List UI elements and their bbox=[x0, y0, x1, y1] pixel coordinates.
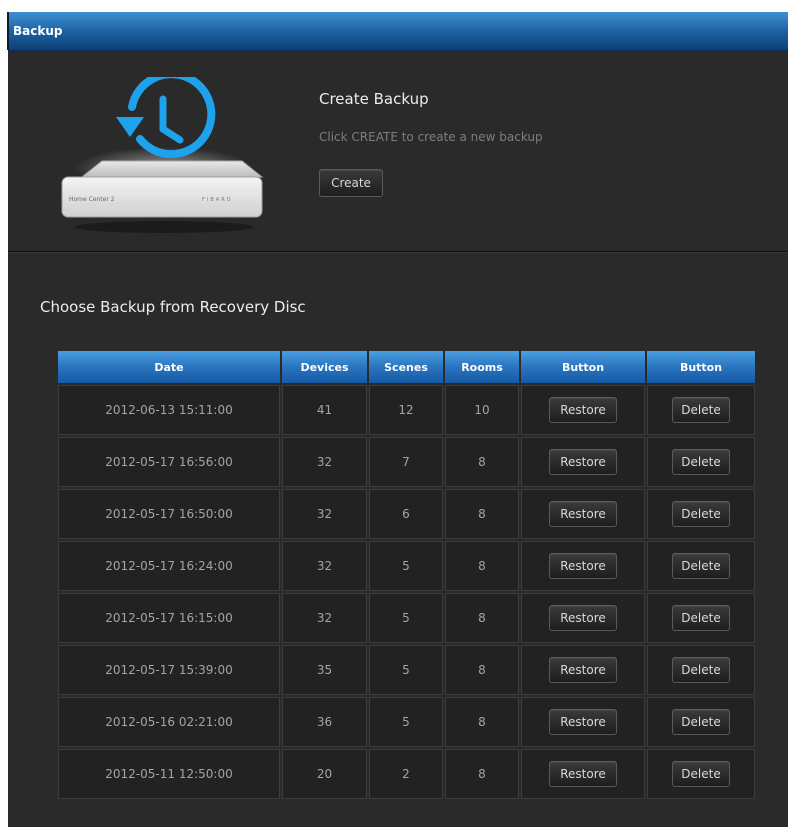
backup-scenes: 7 bbox=[369, 437, 443, 487]
backup-date: 2012-05-17 15:39:00 bbox=[58, 645, 280, 695]
backup-devices: 32 bbox=[282, 593, 367, 643]
restore-cell: Restore bbox=[521, 645, 645, 695]
table-row: 2012-06-13 15:11:00 41 12 10 Restore Del… bbox=[58, 385, 755, 435]
delete-cell: Delete bbox=[647, 645, 755, 695]
table-row: 2012-05-17 16:15:00 32 5 8 Restore Delet… bbox=[58, 593, 755, 643]
delete-cell: Delete bbox=[647, 697, 755, 747]
choose-backup-title: Choose Backup from Recovery Disc bbox=[40, 298, 306, 316]
table-row: 2012-05-17 16:50:00 32 6 8 Restore Delet… bbox=[58, 489, 755, 539]
backup-rooms: 8 bbox=[445, 541, 519, 591]
column-header-delete: Button bbox=[647, 351, 755, 383]
device-shadow bbox=[74, 221, 254, 233]
delete-cell: Delete bbox=[647, 437, 755, 487]
backup-rooms: 8 bbox=[445, 593, 519, 643]
backup-date: 2012-05-11 12:50:00 bbox=[58, 749, 280, 799]
home-center-device-illustration: Home Center 2 FIBARO bbox=[61, 77, 264, 233]
restore-cell: Restore bbox=[521, 489, 645, 539]
table-row: 2012-05-11 12:50:00 20 2 8 Restore Delet… bbox=[58, 749, 755, 799]
backup-devices: 36 bbox=[282, 697, 367, 747]
backup-rooms: 8 bbox=[445, 749, 519, 799]
backup-devices: 32 bbox=[282, 437, 367, 487]
restore-button[interactable]: Restore bbox=[549, 397, 617, 423]
device-brand: FIBARO bbox=[202, 197, 233, 203]
table-row: 2012-05-17 16:24:00 32 5 8 Restore Delet… bbox=[58, 541, 755, 591]
delete-button[interactable]: Delete bbox=[672, 709, 730, 735]
table-row: 2012-05-16 02:21:00 36 5 8 Restore Delet… bbox=[58, 697, 755, 747]
delete-button[interactable]: Delete bbox=[672, 657, 730, 683]
backup-date: 2012-05-17 16:50:00 bbox=[58, 489, 280, 539]
restore-button[interactable]: Restore bbox=[549, 553, 617, 579]
backup-date: 2012-06-13 15:11:00 bbox=[58, 385, 280, 435]
column-header-restore: Button bbox=[521, 351, 645, 383]
backup-scenes: 5 bbox=[369, 541, 443, 591]
backup-date: 2012-05-17 16:24:00 bbox=[58, 541, 280, 591]
column-header-scenes: Scenes bbox=[369, 351, 443, 383]
delete-button[interactable]: Delete bbox=[672, 449, 730, 475]
backup-date: 2012-05-17 16:56:00 bbox=[58, 437, 280, 487]
delete-cell: Delete bbox=[647, 385, 755, 435]
backup-scenes: 6 bbox=[369, 489, 443, 539]
delete-cell: Delete bbox=[647, 489, 755, 539]
restore-cell: Restore bbox=[521, 541, 645, 591]
create-button[interactable]: Create bbox=[319, 169, 383, 197]
restore-button[interactable]: Restore bbox=[549, 657, 617, 683]
backup-date: 2012-05-16 02:21:00 bbox=[58, 697, 280, 747]
column-header-rooms: Rooms bbox=[445, 351, 519, 383]
table-header-row: Date Devices Scenes Rooms Button Button bbox=[58, 351, 755, 383]
delete-cell: Delete bbox=[647, 749, 755, 799]
backup-scenes: 2 bbox=[369, 749, 443, 799]
restore-button[interactable]: Restore bbox=[549, 761, 617, 787]
backup-clock-icon bbox=[116, 77, 216, 159]
backup-panel: Backup Home Center 2 FIBARO Create Backu… bbox=[7, 12, 788, 827]
delete-cell: Delete bbox=[647, 593, 755, 643]
backup-devices: 35 bbox=[282, 645, 367, 695]
backup-rooms: 8 bbox=[445, 437, 519, 487]
restore-button[interactable]: Restore bbox=[549, 501, 617, 527]
delete-button[interactable]: Delete bbox=[672, 397, 730, 423]
backup-rooms: 8 bbox=[445, 645, 519, 695]
device-label: Home Center 2 bbox=[69, 196, 115, 203]
restore-button[interactable]: Restore bbox=[549, 709, 617, 735]
table-row: 2012-05-17 15:39:00 35 5 8 Restore Delet… bbox=[58, 645, 755, 695]
restore-cell: Restore bbox=[521, 593, 645, 643]
delete-button[interactable]: Delete bbox=[672, 501, 730, 527]
delete-button[interactable]: Delete bbox=[672, 605, 730, 631]
backup-devices: 32 bbox=[282, 489, 367, 539]
restore-cell: Restore bbox=[521, 697, 645, 747]
restore-cell: Restore bbox=[521, 437, 645, 487]
backup-date: 2012-05-17 16:15:00 bbox=[58, 593, 280, 643]
backup-rooms: 8 bbox=[445, 489, 519, 539]
backup-devices: 20 bbox=[282, 749, 367, 799]
backup-table: Date Devices Scenes Rooms Button Button … bbox=[56, 349, 757, 801]
delete-button[interactable]: Delete bbox=[672, 553, 730, 579]
backup-devices: 41 bbox=[282, 385, 367, 435]
restore-button[interactable]: Restore bbox=[549, 605, 617, 631]
window-title: Backup bbox=[7, 12, 788, 51]
backup-devices: 32 bbox=[282, 541, 367, 591]
create-backup-hint: Click CREATE to create a new backup bbox=[319, 130, 543, 144]
column-header-date: Date bbox=[58, 351, 280, 383]
backup-rooms: 8 bbox=[445, 697, 519, 747]
backup-rooms: 10 bbox=[445, 385, 519, 435]
backup-scenes: 5 bbox=[369, 697, 443, 747]
backup-scenes: 12 bbox=[369, 385, 443, 435]
delete-button[interactable]: Delete bbox=[672, 761, 730, 787]
backup-scenes: 5 bbox=[369, 593, 443, 643]
device-top bbox=[80, 160, 264, 178]
restore-cell: Restore bbox=[521, 749, 645, 799]
create-backup-section: Home Center 2 FIBARO Create Backup Click… bbox=[8, 51, 788, 252]
delete-cell: Delete bbox=[647, 541, 755, 591]
create-backup-title: Create Backup bbox=[319, 90, 429, 108]
restore-cell: Restore bbox=[521, 385, 645, 435]
backup-scenes: 5 bbox=[369, 645, 443, 695]
restore-button[interactable]: Restore bbox=[549, 449, 617, 475]
column-header-devices: Devices bbox=[282, 351, 367, 383]
table-row: 2012-05-17 16:56:00 32 7 8 Restore Delet… bbox=[58, 437, 755, 487]
